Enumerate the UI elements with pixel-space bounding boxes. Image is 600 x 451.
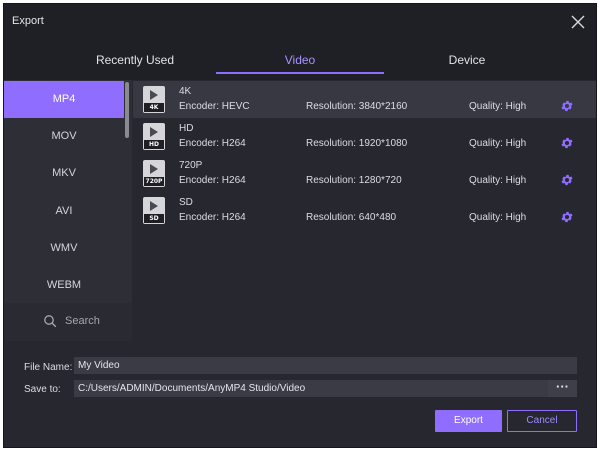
tab-device[interactable]: Device	[382, 53, 552, 67]
export-dialog: Export Recently Used Video Device MP4 MO…	[3, 3, 597, 448]
preset-settings-gear-icon[interactable]	[560, 136, 574, 150]
tab-recently-used[interactable]: Recently Used	[50, 53, 220, 67]
close-button[interactable]	[568, 12, 588, 32]
format-search-box[interactable]: Search	[4, 303, 132, 341]
search-placeholder: Search	[65, 315, 100, 327]
title-bar: Export	[4, 4, 596, 40]
preset-badge: SD	[144, 214, 164, 223]
play-icon	[150, 164, 158, 174]
video-thumbnail-icon: 4K	[143, 86, 165, 113]
format-item-mov[interactable]: MOV	[4, 118, 124, 155]
play-icon	[150, 90, 158, 100]
preset-badge: HD	[144, 140, 164, 149]
output-settings: File Name: Save to: ··· Export Cancel	[4, 341, 596, 447]
close-icon	[571, 15, 585, 29]
preset-badge: 720P	[144, 177, 164, 186]
preset-badge: 4K	[144, 103, 164, 112]
preset-encoder: Encoder: HEVC	[179, 101, 250, 112]
file-name-label: File Name:	[24, 362, 73, 373]
format-item-mp4[interactable]: MP4	[4, 81, 124, 118]
play-icon	[150, 127, 158, 137]
preset-encoder: Encoder: H264	[179, 175, 246, 186]
preset-settings-gear-icon[interactable]	[560, 173, 574, 187]
save-to-path-input[interactable]	[74, 380, 548, 397]
tab-bar: Recently Used Video Device	[4, 40, 596, 80]
preset-encoder: Encoder: H264	[179, 212, 246, 223]
preset-quality: Quality: High	[469, 175, 527, 186]
play-icon	[150, 201, 158, 211]
preset-row-720p[interactable]: 720P 720P Encoder: H264 Resolution: 1280…	[133, 155, 596, 192]
preset-name: SD	[179, 197, 193, 208]
format-list: MP4 MOV MKV AVI WMV WEBM	[4, 80, 124, 299]
preset-resolution: Resolution: 1280*720	[306, 175, 402, 186]
save-to-label: Save to:	[24, 384, 61, 395]
export-button[interactable]: Export	[435, 410, 502, 432]
preset-encoder: Encoder: H264	[179, 138, 246, 149]
dialog-title: Export	[12, 15, 44, 27]
browse-folder-button[interactable]: ···	[548, 380, 577, 397]
file-name-input[interactable]	[74, 357, 577, 374]
preset-name: 4K	[179, 86, 192, 97]
format-sidebar: MP4 MOV MKV AVI WMV WEBM Search	[4, 80, 132, 341]
active-tab-indicator	[216, 72, 384, 74]
preset-resolution: Resolution: 3840*2160	[306, 101, 408, 112]
preset-resolution: Resolution: 1920*1080	[306, 138, 408, 149]
format-item-webm[interactable]: WEBM	[4, 267, 124, 304]
preset-settings-gear-icon[interactable]	[560, 210, 574, 224]
preset-row-4k[interactable]: 4K 4K Encoder: HEVC Resolution: 3840*216…	[133, 81, 596, 118]
preset-row-hd[interactable]: HD HD Encoder: H264 Resolution: 1920*108…	[133, 118, 596, 155]
preset-quality: Quality: High	[469, 101, 527, 112]
format-item-wmv[interactable]: WMV	[4, 230, 124, 267]
video-thumbnail-icon: SD	[143, 197, 165, 224]
tab-video[interactable]: Video	[215, 53, 385, 67]
preset-resolution: Resolution: 640*480	[306, 212, 397, 223]
preset-quality: Quality: High	[469, 212, 527, 223]
video-thumbnail-icon: HD	[143, 123, 165, 150]
video-thumbnail-icon: 720P	[143, 160, 165, 187]
preset-list: 4K 4K Encoder: HEVC Resolution: 3840*216…	[133, 80, 596, 341]
format-item-mkv[interactable]: MKV	[4, 155, 124, 192]
preset-name: HD	[179, 123, 194, 134]
format-scrollbar-thumb[interactable]	[125, 82, 129, 138]
format-item-avi[interactable]: AVI	[4, 193, 124, 230]
preset-quality: Quality: High	[469, 138, 527, 149]
preset-settings-gear-icon[interactable]	[560, 99, 574, 113]
cancel-button[interactable]: Cancel	[507, 410, 577, 432]
search-icon	[43, 314, 57, 328]
preset-row-sd[interactable]: SD SD Encoder: H264 Resolution: 640*480 …	[133, 192, 596, 229]
preset-name: 720P	[179, 160, 203, 171]
